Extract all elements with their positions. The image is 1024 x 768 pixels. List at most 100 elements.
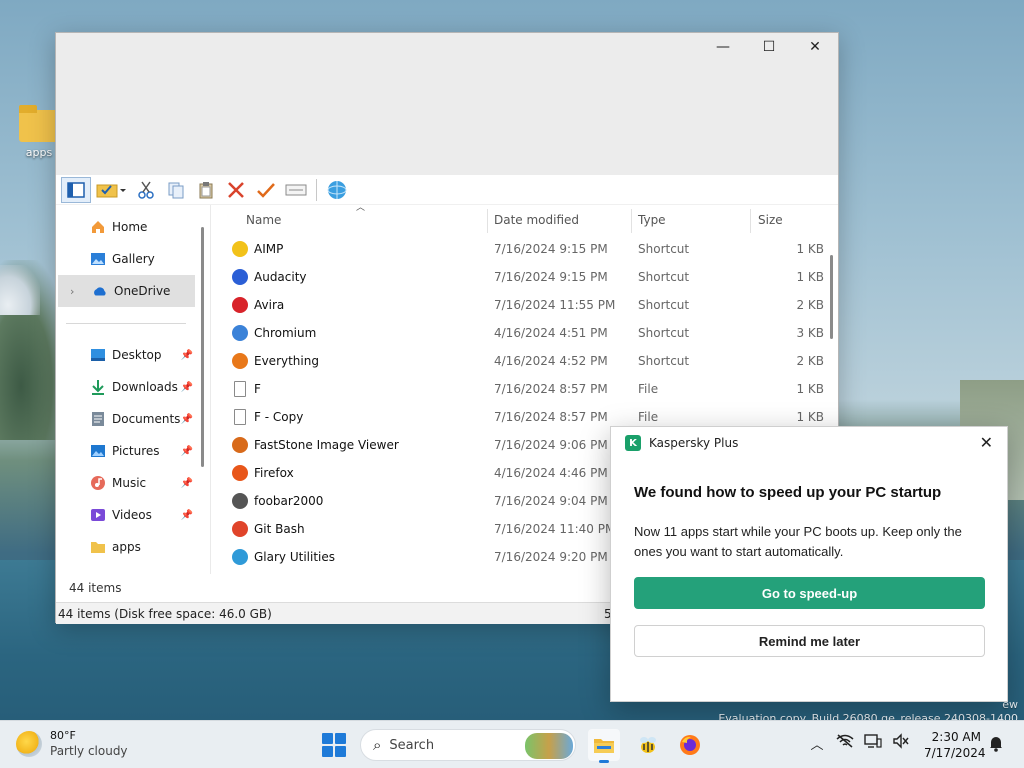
file-name-cell: Glary Utilities: [232, 543, 335, 571]
table-row[interactable]: Everything 4/16/2024 4:52 PM Shortcut 2 KB: [224, 347, 840, 375]
file-list-scrollbar[interactable]: [830, 255, 833, 339]
no-network-icon[interactable]: [831, 734, 859, 752]
chevron-up-icon[interactable]: ︿: [803, 734, 831, 753]
column-divider[interactable]: [631, 209, 632, 233]
pin-icon[interactable]: 📌: [181, 350, 193, 361]
paste-icon[interactable]: [191, 177, 221, 203]
home-icon: [90, 219, 106, 235]
column-header-size[interactable]: Size: [758, 205, 783, 235]
kaspersky-logo-icon: K: [625, 435, 641, 451]
file-type-cell: Shortcut: [638, 242, 690, 256]
windows-logo-tile: [322, 733, 333, 744]
file-name: Firefox: [254, 466, 294, 480]
title-bar[interactable]: — ☐ ✕: [56, 33, 838, 175]
file-explorer-icon: [594, 739, 614, 753]
panes-icon[interactable]: [61, 176, 91, 203]
sidebar-item-label: apps: [112, 540, 141, 554]
sidebar-item-label: Downloads: [112, 380, 178, 394]
file-name-cell: Everything: [232, 347, 319, 375]
display-icon[interactable]: [859, 733, 887, 753]
file-date-cell: 7/16/2024 9:15 PM: [494, 242, 608, 256]
taskbar-search[interactable]: ⌕ Search: [360, 729, 576, 761]
sidebar-item-desktop[interactable]: Desktop 📌: [56, 339, 195, 371]
sidebar-item-music[interactable]: Music 📌: [56, 467, 195, 499]
close-icon[interactable]: ✕: [980, 433, 993, 452]
bee-app-taskbar-button[interactable]: [632, 729, 664, 761]
column-header-date[interactable]: Date modified: [494, 205, 579, 235]
table-row[interactable]: Chromium 4/16/2024 4:51 PM Shortcut 3 KB: [224, 319, 840, 347]
cut-icon[interactable]: [131, 177, 161, 203]
documents-icon: [90, 411, 106, 427]
table-row[interactable]: Avira 7/16/2024 11:55 PM Shortcut 2 KB: [224, 291, 840, 319]
sidebar-item-onedrive[interactable]: › OneDrive: [58, 275, 195, 307]
file-name-cell: Avira: [232, 291, 284, 319]
file-date-cell: 7/16/2024 9:20 PM: [494, 550, 608, 564]
pin-icon[interactable]: 📌: [181, 510, 193, 521]
file-name-cell: Audacity: [232, 263, 307, 291]
navigation-pane: Home Gallery › OneDrive Desktop 📌 Downlo…: [56, 205, 211, 602]
toolbar-separator: [316, 178, 317, 201]
shortcut-app-icon: [232, 297, 248, 313]
column-divider[interactable]: [487, 209, 488, 233]
shortcut-app-icon: [232, 241, 248, 257]
pin-icon[interactable]: 📌: [181, 446, 193, 457]
clock[interactable]: 2:30 AM 7/17/2024: [924, 729, 986, 761]
sidebar-item-label: Desktop: [112, 348, 162, 362]
column-header-name[interactable]: Name: [246, 205, 281, 235]
table-row[interactable]: AIMP 7/16/2024 9:15 PM Shortcut 1 KB: [224, 235, 840, 263]
column-divider[interactable]: [750, 209, 751, 233]
sidebar-item-documents[interactable]: Documents 📌: [56, 403, 195, 435]
sidebar-item-label: Music: [112, 476, 147, 490]
file-icon: [234, 381, 246, 397]
shortcut-app-icon: [232, 549, 248, 565]
music-icon: [90, 475, 106, 491]
start-button[interactable]: [322, 733, 346, 757]
column-header-type[interactable]: Type: [638, 205, 666, 235]
select-all-icon[interactable]: [91, 177, 131, 203]
shortcut-app-icon: [232, 465, 248, 481]
search-placeholder: Search: [389, 737, 435, 753]
sidebar-scrollbar[interactable]: [201, 227, 204, 467]
sidebar-item-pictures[interactable]: Pictures 📌: [56, 435, 195, 467]
sidebar-item-label: Videos: [112, 508, 152, 522]
system-tray: ︿: [803, 733, 915, 753]
toolbar: [56, 175, 838, 205]
file-name: Audacity: [254, 270, 307, 284]
volume-muted-icon[interactable]: [887, 733, 915, 753]
weather-widget[interactable]: 80°F Partly cloudy: [16, 729, 128, 759]
pin-icon[interactable]: 📌: [181, 478, 193, 489]
file-name: Chromium: [254, 326, 317, 340]
file-date-cell: 4/16/2024 4:52 PM: [494, 354, 608, 368]
maximize-button[interactable]: ☐: [746, 33, 792, 61]
firefox-taskbar-button[interactable]: [674, 729, 706, 761]
file-date-cell: 7/16/2024 11:55 PM: [494, 298, 616, 312]
sidebar-item-gallery[interactable]: Gallery: [56, 243, 195, 275]
chevron-right-icon[interactable]: ›: [70, 285, 74, 298]
copy-icon[interactable]: [161, 177, 191, 203]
minimize-button[interactable]: —: [700, 33, 746, 61]
remind-me-later-button[interactable]: Remind me later: [634, 625, 985, 657]
desktop-icon: [90, 347, 106, 363]
table-row[interactable]: F 7/16/2024 8:57 PM File 1 KB: [224, 375, 840, 403]
pin-icon[interactable]: 📌: [181, 382, 193, 393]
close-button[interactable]: ✕: [792, 33, 838, 61]
rename-icon[interactable]: [281, 177, 311, 203]
weather-text: 80°F Partly cloudy: [50, 729, 128, 759]
network-icon[interactable]: [322, 177, 352, 203]
sidebar-item-home[interactable]: Home: [56, 211, 195, 243]
search-highlight-image: [525, 733, 573, 759]
table-row[interactable]: Audacity 7/16/2024 9:15 PM Shortcut 1 KB: [224, 263, 840, 291]
sidebar-item-apps[interactable]: apps: [56, 531, 195, 563]
file-name: Git Bash: [254, 522, 305, 536]
sidebar-item-videos[interactable]: Videos 📌: [56, 499, 195, 531]
notification-title: We found how to speed up your PC startup: [634, 484, 942, 501]
file-size-cell: 1 KB: [796, 382, 824, 396]
file-name: F: [254, 382, 261, 396]
file-explorer-taskbar-button[interactable]: [588, 729, 620, 763]
pin-icon[interactable]: 📌: [181, 414, 193, 425]
delete-icon[interactable]: [221, 177, 251, 203]
notification-bell-icon[interactable]: [988, 735, 1004, 756]
go-to-speed-up-button[interactable]: Go to speed-up: [634, 577, 985, 609]
check-icon[interactable]: [251, 177, 281, 203]
sidebar-item-downloads[interactable]: Downloads 📌: [56, 371, 195, 403]
